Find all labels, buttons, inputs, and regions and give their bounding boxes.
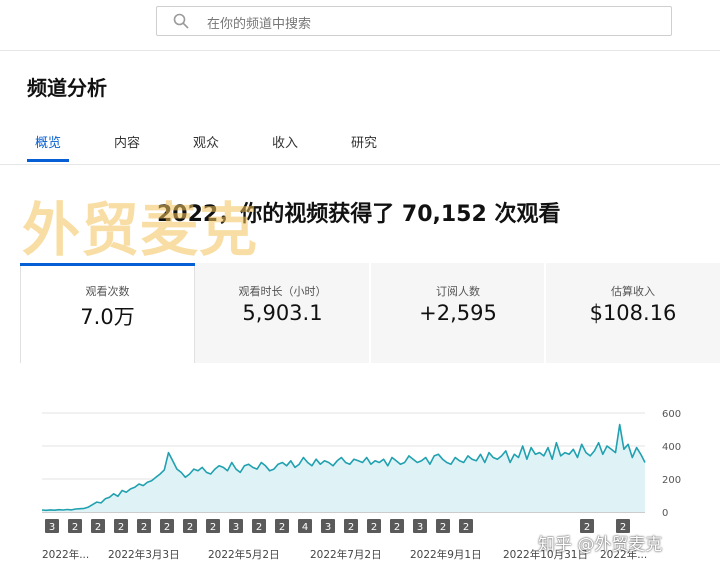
tab-audience[interactable]: 观众 <box>193 132 219 151</box>
metric-card-views[interactable]: 观看次数 7.0万 <box>20 263 195 363</box>
tab-overview[interactable]: 概览 <box>35 132 61 151</box>
tab-revenue[interactable]: 收入 <box>272 132 298 151</box>
video-marker-count: 2 <box>164 522 170 533</box>
video-marker-count: 3 <box>417 522 423 533</box>
video-marker-count: 3 <box>325 522 331 533</box>
zhihu-watermark: 知乎 @外贸麦克 <box>538 535 663 555</box>
metric-active-indicator <box>20 263 195 266</box>
top-bar: 在你的频道中搜索 <box>0 0 720 51</box>
metric-label: 观看时长（小时） <box>238 285 327 298</box>
x-tick-label: 2022年3月3日 <box>108 548 180 561</box>
video-marker-count: 2 <box>95 522 101 533</box>
video-marker-count: 2 <box>394 522 400 533</box>
y-tick-label: 200 <box>662 475 681 486</box>
video-marker-count: 2 <box>141 522 147 533</box>
metric-value: $108.16 <box>589 301 677 325</box>
metric-label: 订阅人数 <box>436 285 480 298</box>
metric-value: 7.0万 <box>80 305 135 329</box>
views-area <box>42 424 645 512</box>
y-tick-label: 400 <box>662 442 681 453</box>
video-marker-count: 2 <box>463 522 469 533</box>
video-marker-count: 4 <box>302 522 308 533</box>
y-tick-label: 600 <box>662 409 681 420</box>
video-marker-count: 2 <box>371 522 377 533</box>
analytics-tabs: 概览 内容 观众 收入 研究 <box>0 126 720 165</box>
video-marker-count: 2 <box>256 522 262 533</box>
video-marker-count: 2 <box>187 522 193 533</box>
video-marker-count: 2 <box>72 522 78 533</box>
metric-label: 估算收入 <box>611 285 655 298</box>
x-tick-label: 2022年9月1日 <box>410 548 482 561</box>
search-placeholder: 在你的频道中搜索 <box>207 17 312 32</box>
video-marker-count: 2 <box>279 522 285 533</box>
tab-content[interactable]: 内容 <box>114 132 140 151</box>
search-icon <box>173 13 189 29</box>
watermark-text: 外贸麦克 <box>22 196 259 264</box>
metric-card-revenue[interactable]: 估算收入 $108.16 <box>546 263 720 363</box>
metric-value: +2,595 <box>419 301 497 325</box>
page-title: 频道分析 <box>27 76 107 100</box>
x-tick-label: 2022年7月2日 <box>310 548 382 561</box>
metric-card-subscribers[interactable]: 订阅人数 +2,595 <box>371 263 545 363</box>
metric-value: 5,903.1 <box>242 301 323 325</box>
video-marker-count: 2 <box>348 522 354 533</box>
tab-active-indicator <box>27 159 69 162</box>
x-tick-label: 2022年5月2日 <box>208 548 280 561</box>
video-marker-count: 2 <box>440 522 446 533</box>
metric-cards: 观看次数 7.0万 观看时长（小时） 5,903.1 订阅人数 +2,595 估… <box>20 263 720 363</box>
video-marker-count: 2 <box>118 522 124 533</box>
video-marker-count: 3 <box>49 522 55 533</box>
y-tick-label: 0 <box>662 508 668 519</box>
metric-card-watch-time[interactable]: 观看时长（小时） 5,903.1 <box>195 263 370 363</box>
video-marker-count: 3 <box>233 522 239 533</box>
search-input[interactable]: 在你的频道中搜索 <box>156 6 672 36</box>
video-marker-count: 2 <box>210 522 216 533</box>
x-tick-label: 2022年... <box>42 548 89 561</box>
tab-research[interactable]: 研究 <box>351 132 377 151</box>
metric-label: 观看次数 <box>85 285 130 298</box>
